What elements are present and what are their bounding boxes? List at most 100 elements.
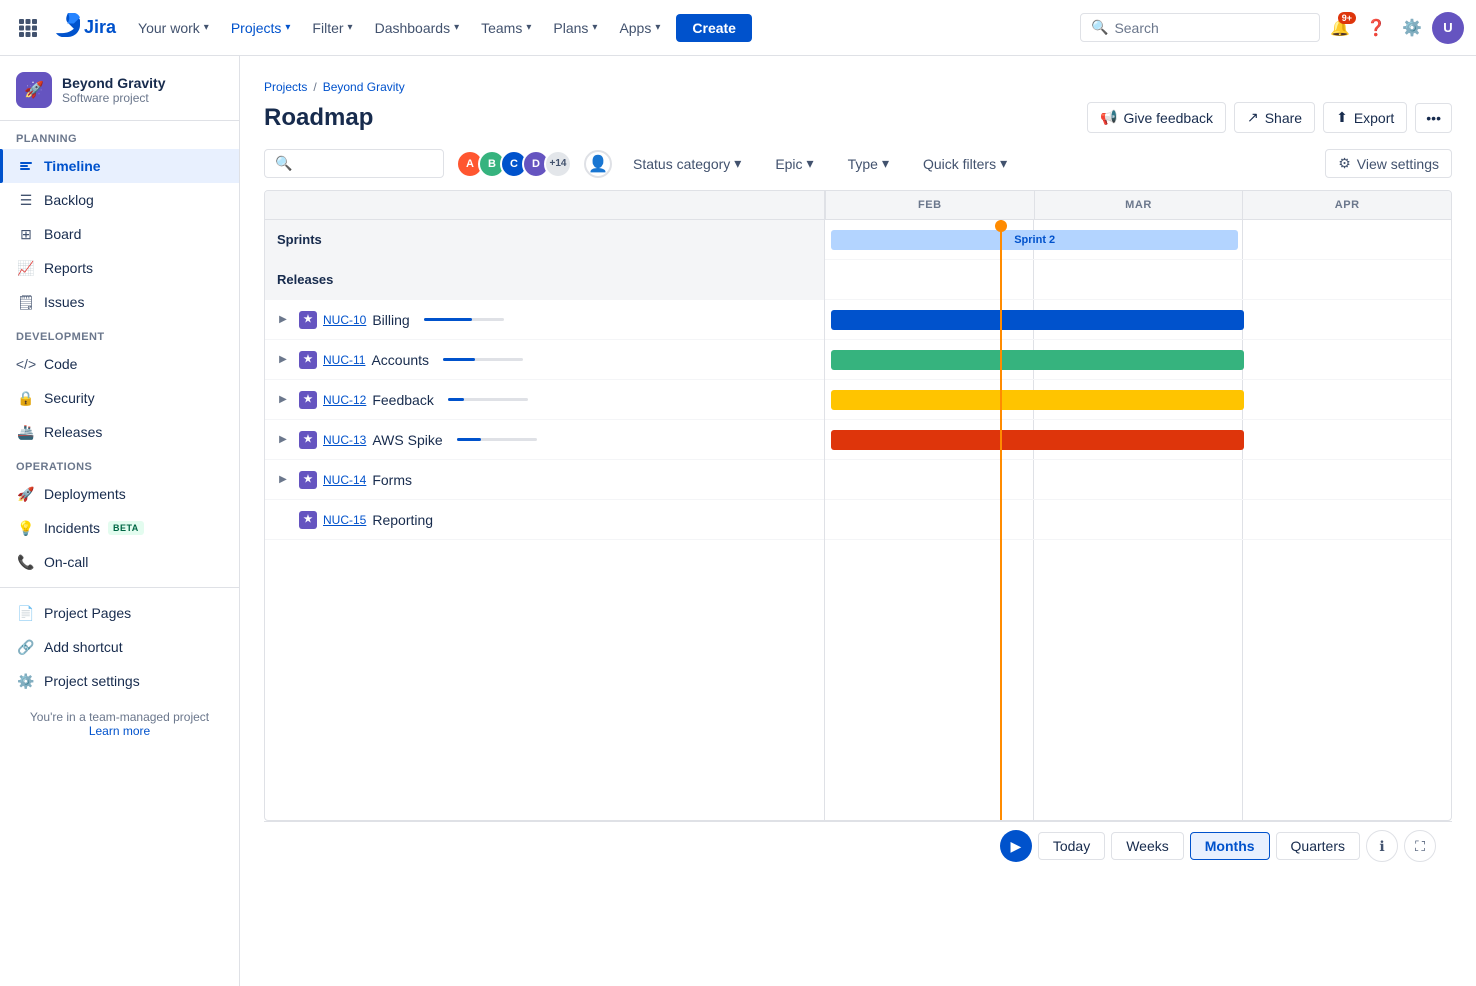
code-icon: </>: [16, 354, 36, 374]
give-feedback-button[interactable]: 📢 Give feedback: [1087, 102, 1226, 133]
issue-icon-nuc12: ★: [299, 391, 317, 409]
sidebar-item-reports[interactable]: 📈 Reports: [0, 251, 239, 285]
epic-filter[interactable]: Epic ▾: [762, 149, 826, 178]
breadcrumb-projects[interactable]: Projects: [264, 80, 307, 94]
share-button[interactable]: ↗ Share: [1234, 102, 1315, 133]
dev-section-label: DEVELOPMENT: [0, 319, 239, 347]
project-header[interactable]: 🚀 Beyond Gravity Software project: [0, 56, 239, 121]
issue-row-nuc14[interactable]: ▶ ★ NUC-14 Forms: [265, 460, 824, 500]
add-shortcut-label: Add shortcut: [44, 639, 123, 655]
issue-id-nuc13[interactable]: NUC-13: [323, 433, 366, 447]
breadcrumb-beyond-gravity[interactable]: Beyond Gravity: [323, 80, 405, 94]
nuc12-timeline-row: [825, 380, 1451, 420]
avatar-count[interactable]: +14: [544, 150, 572, 178]
nuc10-bar[interactable]: [831, 310, 1244, 330]
more-actions-button[interactable]: •••: [1415, 103, 1452, 133]
issue-row-nuc11[interactable]: ▶ ★ NUC-11 Accounts: [265, 340, 824, 380]
sidebar-item-project-pages[interactable]: 📄 Project Pages: [0, 596, 239, 630]
plans-nav[interactable]: Plans ▾: [543, 14, 607, 42]
view-settings-icon: ⚙: [1338, 155, 1351, 172]
issue-name-nuc14: Forms: [372, 472, 412, 488]
expand-nuc10[interactable]: ▶: [273, 310, 293, 330]
sidebar-item-releases[interactable]: 🚢 Releases: [0, 415, 239, 449]
sidebar-item-oncall[interactable]: 📞 On-call: [0, 545, 239, 579]
expand-nuc11[interactable]: ▶: [273, 350, 293, 370]
nuc13-bar[interactable]: [831, 430, 1244, 450]
nuc11-bar[interactable]: [831, 350, 1244, 370]
issue-row-nuc13[interactable]: ▶ ★ NUC-13 AWS Spike: [265, 420, 824, 460]
progress-fill-nuc13: [457, 438, 481, 441]
board-label: Board: [44, 226, 81, 242]
backlog-label: Backlog: [44, 192, 94, 208]
user-avatar[interactable]: U: [1432, 12, 1464, 44]
avatar-group: A B C D +14: [456, 150, 572, 178]
expand-nuc12[interactable]: ▶: [273, 390, 293, 410]
apps-nav[interactable]: Apps ▾: [609, 14, 670, 42]
issue-name-nuc11: Accounts: [371, 352, 429, 368]
search-bar[interactable]: 🔍 Search: [1080, 13, 1320, 42]
sidebar-item-add-shortcut[interactable]: 🔗 Add shortcut: [0, 630, 239, 664]
info-button[interactable]: ℹ: [1366, 830, 1398, 862]
sprints-row[interactable]: Sprints: [265, 220, 824, 260]
nuc12-bar[interactable]: [831, 390, 1244, 410]
sidebar-item-timeline[interactable]: Timeline: [0, 149, 239, 183]
help-button[interactable]: ❓: [1360, 12, 1392, 44]
sidebar-item-code[interactable]: </> Code: [0, 347, 239, 381]
quarters-button[interactable]: Quarters: [1276, 832, 1360, 860]
toolbar: 🔍 A B C D +14 👤 Status category ▾ Epic ▾: [264, 149, 1452, 178]
navigate-button[interactable]: ▶: [1000, 830, 1032, 862]
sidebar-item-backlog[interactable]: ☰ Backlog: [0, 183, 239, 217]
sidebar-item-issues[interactable]: 🗒 Issues: [0, 285, 239, 319]
your-work-nav[interactable]: Your work ▾: [128, 14, 219, 42]
fullscreen-button[interactable]: ⛶: [1404, 830, 1436, 862]
gantt-months: FEB MAR APR: [825, 191, 1451, 219]
projects-nav[interactable]: Projects ▾: [221, 14, 301, 42]
create-button[interactable]: Create: [676, 14, 752, 42]
sidebar-footer: You're in a team-managed project Learn m…: [0, 698, 239, 750]
sidebar-item-board[interactable]: ⊞ Board: [0, 217, 239, 251]
quick-filters[interactable]: Quick filters ▾: [910, 149, 1020, 178]
timeline-label: Timeline: [44, 158, 101, 174]
issue-row-nuc10[interactable]: ▶ ★ NUC-10 Billing: [265, 300, 824, 340]
issue-id-nuc14[interactable]: NUC-14: [323, 473, 366, 487]
sidebar-item-project-settings[interactable]: ⚙️ Project settings: [0, 664, 239, 698]
issue-id-nuc15[interactable]: NUC-15: [323, 513, 366, 527]
gantt-chart: FEB MAR APR Sprints: [264, 190, 1452, 821]
view-settings-button[interactable]: ⚙ View settings: [1325, 149, 1452, 178]
expand-nuc14[interactable]: ▶: [273, 470, 293, 490]
notification-badge: 9+: [1338, 12, 1356, 24]
export-button[interactable]: ⬆ Export: [1323, 102, 1407, 133]
sidebar-item-deployments[interactable]: 🚀 Deployments: [0, 477, 239, 511]
sprint-bar: Sprint 2: [831, 230, 1238, 250]
filter-nav[interactable]: Filter ▾: [302, 14, 362, 42]
sidebar-item-incidents[interactable]: 💡 Incidents BETA: [0, 511, 239, 545]
dashboards-nav[interactable]: Dashboards ▾: [365, 14, 470, 42]
issue-id-nuc11[interactable]: NUC-11: [323, 353, 365, 367]
releases-icon: 🚢: [16, 422, 36, 442]
issue-row-nuc12[interactable]: ▶ ★ NUC-12 Feedback: [265, 380, 824, 420]
expand-nuc13[interactable]: ▶: [273, 430, 293, 450]
issue-row-nuc15[interactable]: ▶ ★ NUC-15 Reporting: [265, 500, 824, 540]
sidebar-item-security[interactable]: 🔒 Security: [0, 381, 239, 415]
ops-section-label: OPERATIONS: [0, 449, 239, 477]
notifications-button[interactable]: 🔔 9+: [1324, 12, 1356, 44]
weeks-button[interactable]: Weeks: [1111, 832, 1184, 860]
roadmap-search[interactable]: 🔍: [264, 149, 444, 178]
app-grid-icon[interactable]: [12, 12, 44, 44]
status-category-filter[interactable]: Status category ▾: [620, 149, 754, 178]
teams-nav[interactable]: Teams ▾: [471, 14, 541, 42]
sprints-label: Sprints: [277, 232, 322, 247]
assign-filter-button[interactable]: 👤: [584, 150, 612, 178]
issue-id-nuc12[interactable]: NUC-12: [323, 393, 366, 407]
settings-button[interactable]: ⚙️: [1396, 12, 1428, 44]
issue-id-nuc10[interactable]: NUC-10: [323, 313, 366, 327]
reports-label: Reports: [44, 260, 93, 276]
type-filter[interactable]: Type ▾: [835, 149, 902, 178]
releases-row[interactable]: Releases: [265, 260, 824, 300]
jira-logo[interactable]: Jira: [56, 13, 116, 43]
months-button[interactable]: Months: [1190, 832, 1270, 860]
learn-more-link[interactable]: Learn more: [89, 724, 150, 738]
incidents-label: Incidents: [44, 520, 100, 536]
today-button[interactable]: Today: [1038, 832, 1105, 860]
main-navigation: Your work ▾ Projects ▾ Filter ▾ Dashboar…: [128, 14, 1076, 42]
